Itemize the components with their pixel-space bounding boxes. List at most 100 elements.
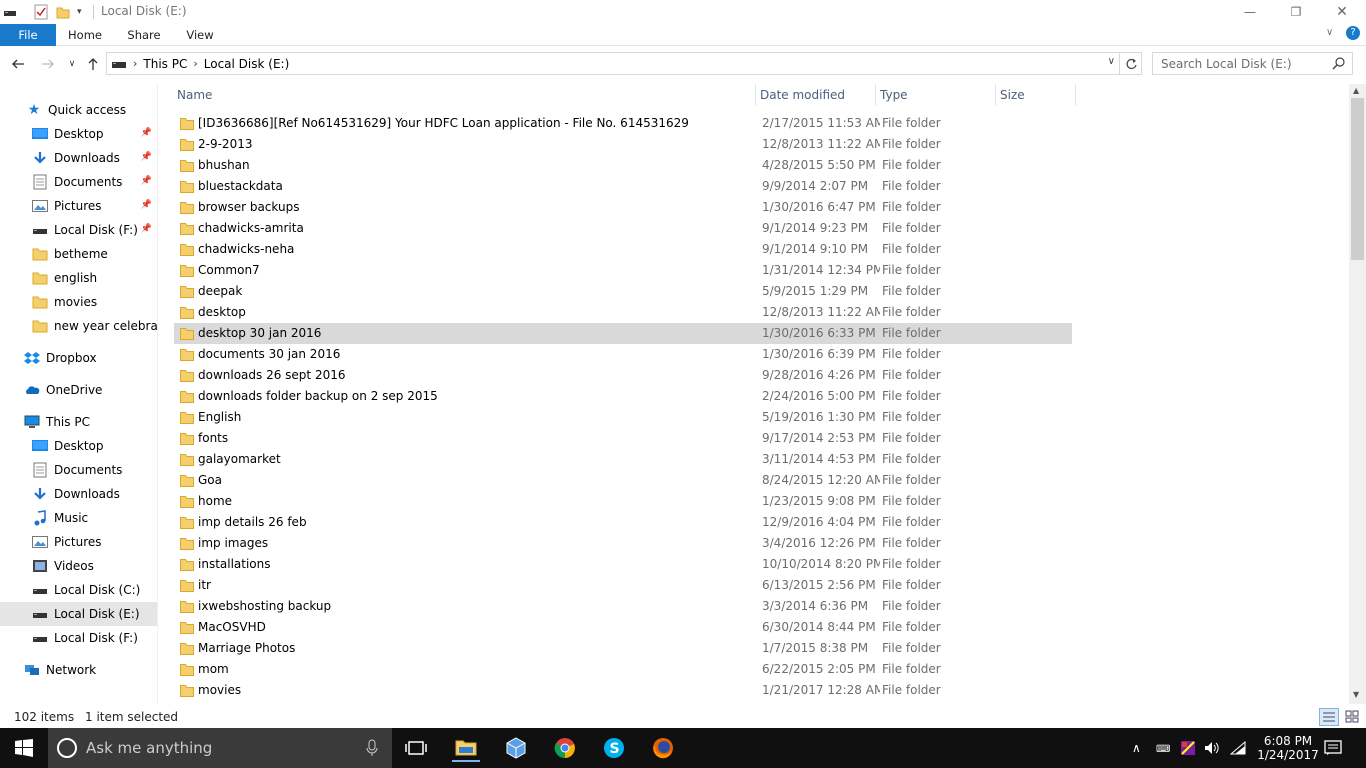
search-input[interactable] [1161, 56, 1331, 71]
breadcrumb-local-disk-e[interactable]: Local Disk (E:) [204, 57, 290, 71]
large-icons-view-button[interactable] [1343, 708, 1363, 726]
action-center-button[interactable] [1324, 728, 1342, 768]
tab-file[interactable]: File [0, 24, 56, 46]
pin-icon[interactable]: 📌 [141, 128, 152, 138]
nav-pc-music[interactable]: Music [0, 506, 157, 530]
clock[interactable]: 6:08 PM 1/24/2017 [1257, 728, 1319, 768]
tab-view[interactable]: View [180, 24, 220, 46]
table-row[interactable]: deepak 5/9/2015 1:29 PM File folder [174, 281, 1072, 302]
nav-pc-local-disk-f[interactable]: Local Disk (F:) [0, 626, 157, 650]
taskbar-chrome[interactable] [551, 734, 579, 762]
nav-pc-videos[interactable]: Videos [0, 554, 157, 578]
nav-quick-movies[interactable]: movies [0, 290, 157, 314]
refresh-button[interactable] [1120, 52, 1142, 75]
table-row[interactable]: imp details 26 feb 12/9/2016 4:04 PM File … [174, 512, 1072, 533]
pin-icon[interactable]: 📌 [141, 224, 152, 234]
taskbar-file-explorer[interactable] [452, 734, 480, 762]
nav-onedrive[interactable]: OneDrive [0, 378, 157, 402]
table-row[interactable]: desktop 30 jan 2016 1/30/2016 6:33 PM File… [174, 323, 1072, 344]
nav-quick-betheme[interactable]: betheme [0, 242, 157, 266]
table-row[interactable]: 2-9-2013 12/8/2013 11:22 AM File folder [174, 134, 1072, 155]
scrollbar-thumb[interactable] [1351, 98, 1364, 260]
input-method-icon[interactable]: ⌨ [1156, 728, 1174, 768]
quick-access-toolbar-dropdown-icon[interactable]: ▾ [77, 3, 82, 21]
address-bar[interactable]: › This PC › Local Disk (E:) ∨ [106, 52, 1120, 75]
table-row[interactable]: galayomarket 3/11/2014 4:53 PM File folder [174, 449, 1072, 470]
taskbar-firefox[interactable] [649, 734, 677, 762]
nav-pc-local-disk-c[interactable]: Local Disk (C:) [0, 578, 157, 602]
cortana-search[interactable]: Ask me anything [48, 728, 392, 768]
nav-quick-new-year-celebratio[interactable]: new year celebratio [0, 314, 157, 338]
nav-quick-english[interactable]: english [0, 266, 157, 290]
pin-icon[interactable]: 📌 [141, 152, 152, 162]
nav-quick-documents[interactable]: Documents 📌 [0, 170, 157, 194]
address-dropdown-icon[interactable]: ∨ [1108, 56, 1115, 67]
back-button[interactable] [10, 56, 26, 72]
tab-home[interactable]: Home [62, 24, 108, 46]
nav-pc-downloads[interactable]: Downloads [0, 482, 157, 506]
table-row[interactable]: imp images 3/4/2016 12:26 PM File folder [174, 533, 1072, 554]
pin-icon[interactable]: 📌 [141, 200, 152, 210]
nav-pc-desktop[interactable]: Desktop [0, 434, 157, 458]
taskbar-skype[interactable]: S [600, 734, 628, 762]
nav-quick-desktop[interactable]: Desktop 📌 [0, 122, 157, 146]
taskbar-virtualbox[interactable] [502, 734, 530, 762]
start-button[interactable] [10, 734, 38, 762]
new-folder-icon[interactable] [56, 3, 70, 21]
nav-quick-pictures[interactable]: Pictures 📌 [0, 194, 157, 218]
table-row[interactable]: ixwebshosting backup 3/3/2014 6:36 PM File… [174, 596, 1072, 617]
table-row[interactable]: fonts 9/17/2014 2:53 PM File folder [174, 428, 1072, 449]
search-box[interactable] [1152, 52, 1353, 75]
table-row[interactable]: chadwicks-neha 9/1/2014 9:10 PM File folde… [174, 239, 1072, 260]
nav-this-pc[interactable]: This PC [0, 410, 157, 434]
table-row[interactable]: Common7 1/31/2014 12:34 PM File folder [174, 260, 1072, 281]
table-row[interactable]: Marriage Photos 1/7/2015 8:38 PM File fold… [174, 638, 1072, 659]
nav-pc-local-disk-e[interactable]: Local Disk (E:) [0, 602, 157, 626]
maximize-button[interactable]: ❐ [1273, 0, 1319, 24]
table-row[interactable]: English 5/19/2016 1:30 PM File folder [174, 407, 1072, 428]
table-row[interactable]: downloads 26 sept 2016 9/28/2016 4:26 PM F… [174, 365, 1072, 386]
close-button[interactable]: ✕ [1319, 0, 1365, 24]
column-header-date[interactable]: Date modified [756, 84, 876, 106]
table-row[interactable]: bluestackdata 9/9/2014 2:07 PM File folder [174, 176, 1072, 197]
details-view-button[interactable] [1319, 708, 1339, 726]
nav-dropbox[interactable]: Dropbox [0, 346, 157, 370]
network-status-icon[interactable] [1230, 728, 1246, 768]
show-hidden-icons-button[interactable]: ∧ [1132, 728, 1141, 768]
table-row[interactable]: Goa 8/24/2015 12:20 AM File folder [174, 470, 1072, 491]
column-header-size[interactable]: Size [996, 84, 1076, 106]
table-row[interactable]: mom 6/22/2015 2:05 PM File folder [174, 659, 1072, 680]
table-row[interactable]: downloads folder backup on 2 sep 2015 2/2… [174, 386, 1072, 407]
expand-ribbon-icon[interactable]: ∨ [1326, 27, 1333, 38]
table-row[interactable]: browser backups 1/30/2016 6:47 PM File fol… [174, 197, 1072, 218]
scroll-up-icon[interactable]: ▲ [1353, 86, 1359, 95]
table-row[interactable]: itr 6/13/2015 2:56 PM File folder [174, 575, 1072, 596]
column-header-name[interactable]: Name [174, 84, 756, 106]
table-row[interactable]: MacOSVHD 6/30/2014 8:44 PM File folder [174, 617, 1072, 638]
column-header-type[interactable]: Type [876, 84, 996, 106]
table-row[interactable]: bhushan 4/28/2015 5:50 PM File folder [174, 155, 1072, 176]
minimize-button[interactable]: — [1227, 0, 1273, 24]
tab-share[interactable]: Share [120, 24, 168, 46]
nav-pc-documents[interactable]: Documents [0, 458, 157, 482]
table-row[interactable]: home 1/23/2015 9:08 PM File folder [174, 491, 1072, 512]
color-app-tray-icon[interactable] [1180, 728, 1196, 768]
task-view-button[interactable] [402, 734, 430, 762]
scroll-down-icon[interactable]: ▼ [1353, 690, 1359, 699]
nav-quick-access[interactable]: ★ Quick access [0, 98, 157, 122]
table-row[interactable]: chadwicks-amrita 9/1/2014 9:23 PM File fol… [174, 218, 1072, 239]
properties-icon[interactable] [34, 3, 48, 21]
forward-button[interactable] [40, 56, 56, 72]
breadcrumb-this-pc[interactable]: This PC [143, 57, 187, 71]
recent-locations-dropdown-icon[interactable]: ∨ [64, 56, 80, 72]
table-row[interactable]: installations 10/10/2014 8:20 PM File fold… [174, 554, 1072, 575]
table-row[interactable]: movies 1/21/2017 12:28 AM File folder [174, 680, 1072, 701]
nav-quick-downloads[interactable]: Downloads 📌 [0, 146, 157, 170]
up-button[interactable] [85, 56, 101, 72]
nav-network[interactable]: Network [0, 658, 157, 682]
nav-pc-pictures[interactable]: Pictures [0, 530, 157, 554]
help-icon[interactable]: ? [1346, 26, 1360, 40]
table-row[interactable]: [ID3636686][Ref No614531629] Your HDFC L… [174, 113, 1072, 134]
volume-icon[interactable] [1204, 728, 1220, 768]
pin-icon[interactable]: 📌 [141, 176, 152, 186]
